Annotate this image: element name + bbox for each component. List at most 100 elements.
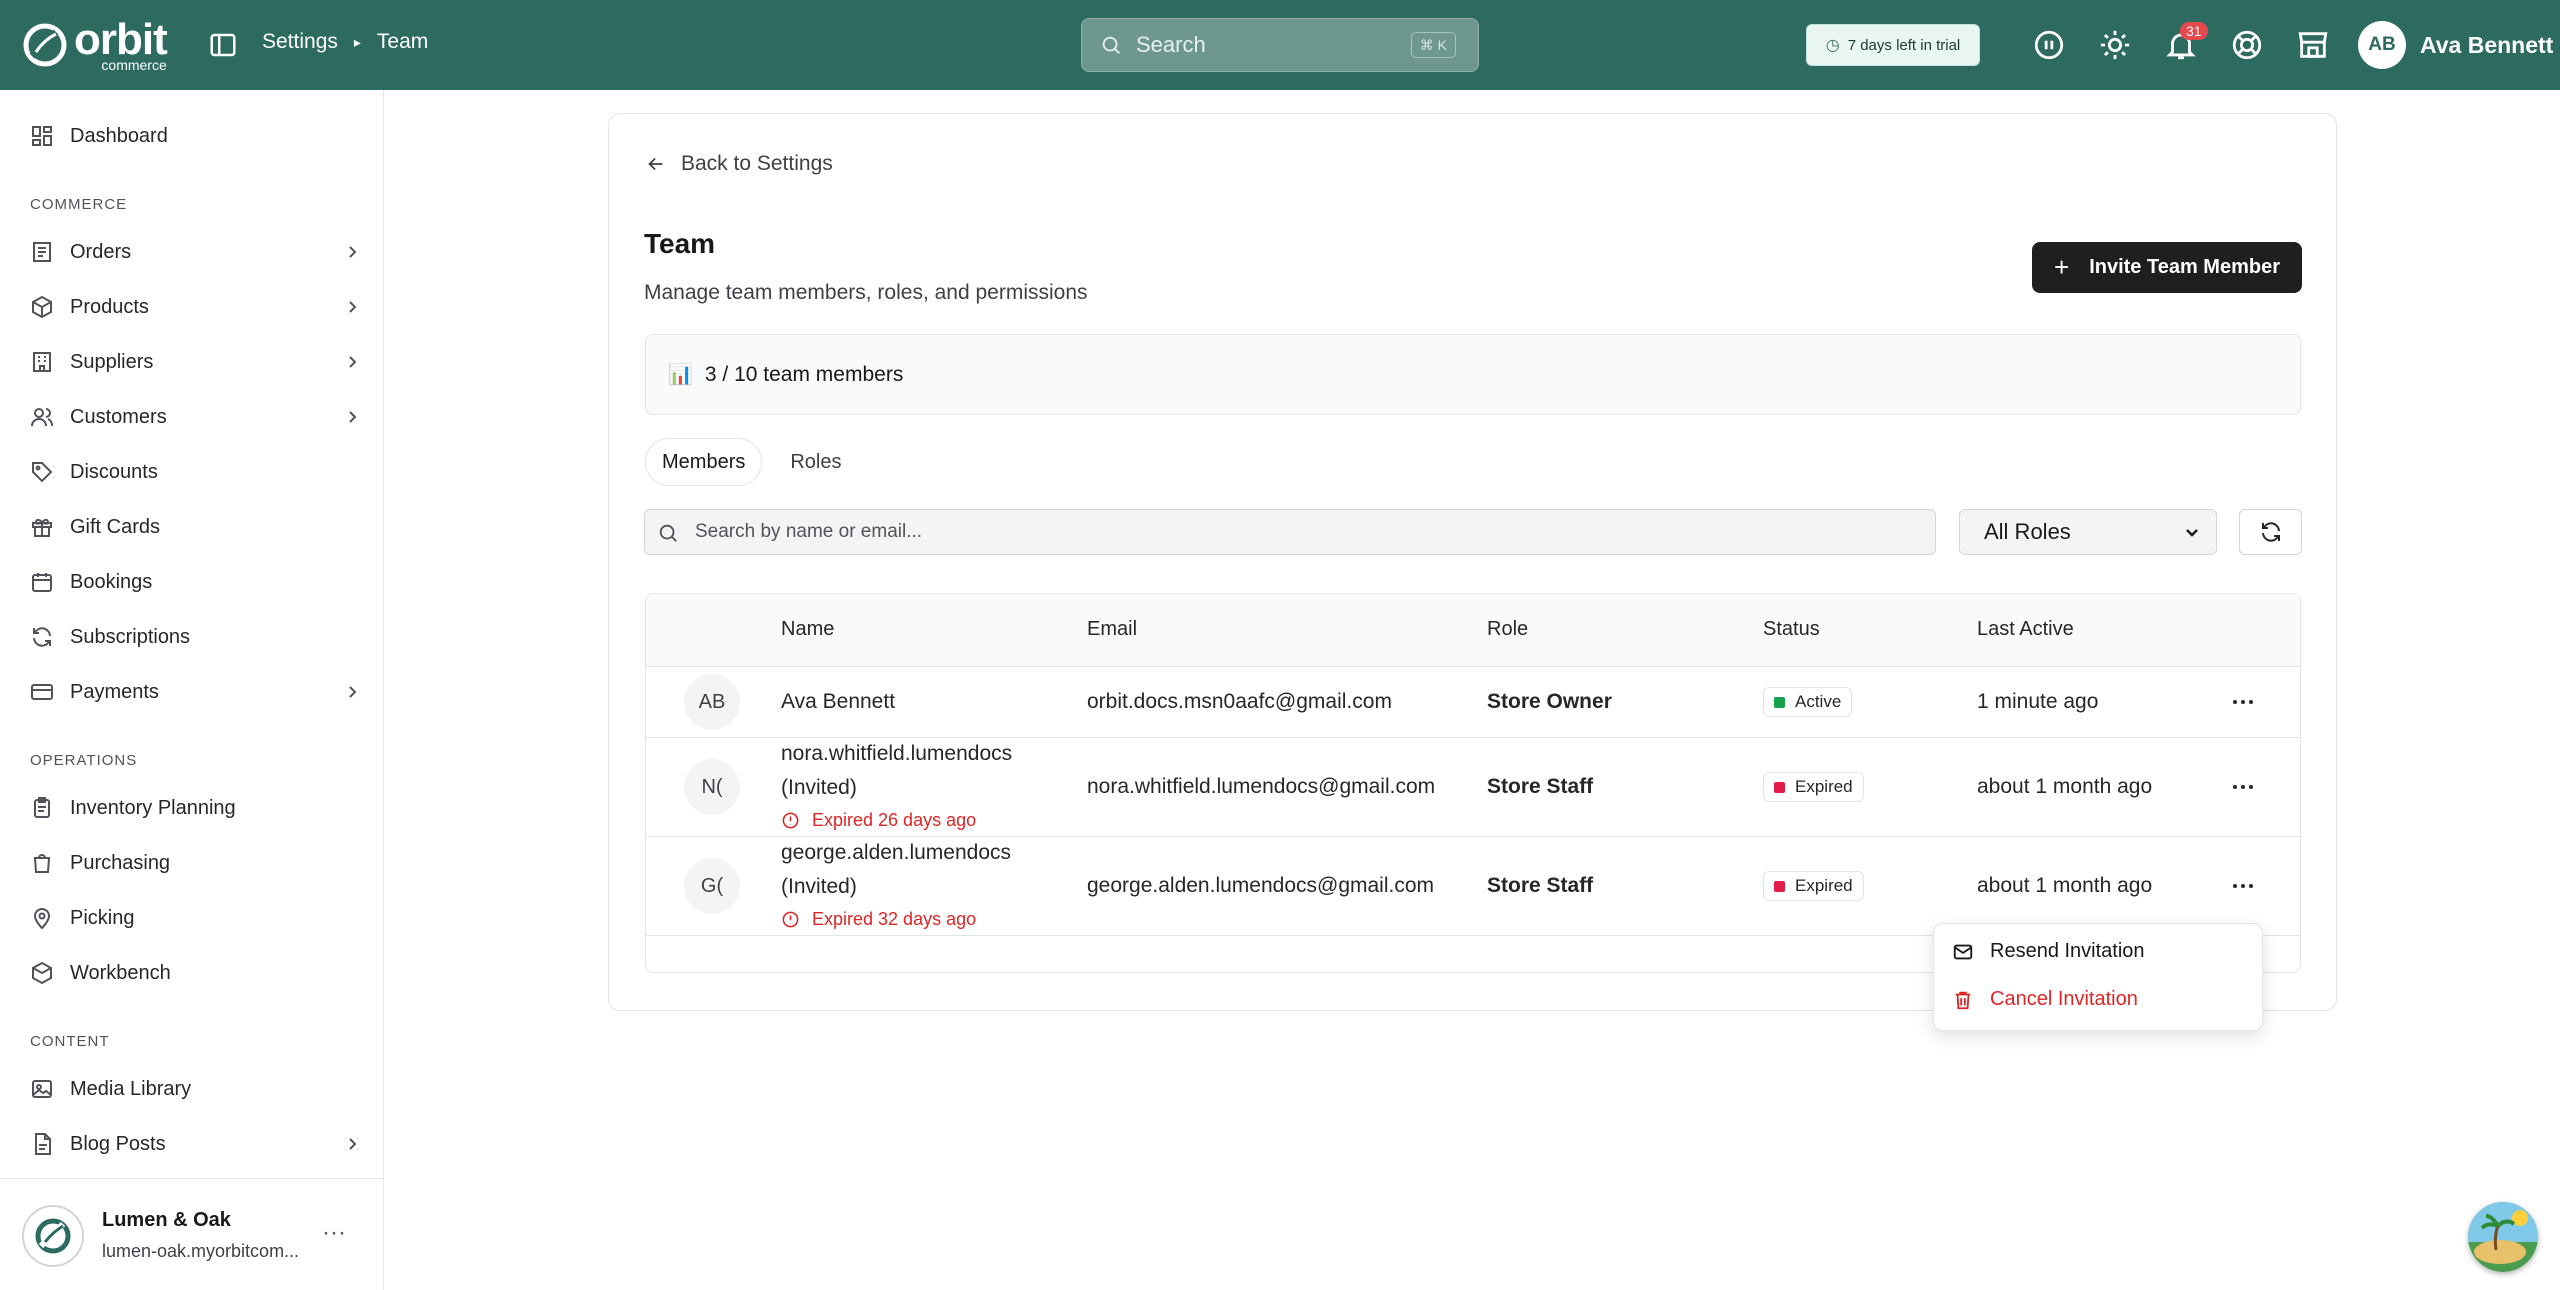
role-filter-value: All Roles bbox=[1984, 519, 2071, 544]
chevron-right-icon bbox=[349, 356, 357, 368]
chevron-right-icon bbox=[349, 246, 357, 258]
member-search-input[interactable]: Search by name or email... bbox=[644, 509, 1936, 555]
users-icon bbox=[31, 408, 53, 427]
theme-sun-icon[interactable] bbox=[2098, 28, 2132, 62]
chevron-right-icon bbox=[349, 301, 357, 313]
chevron-down-icon bbox=[2186, 529, 2198, 537]
sidebar-item-workbench[interactable]: Workbench bbox=[30, 953, 360, 993]
team-tabs: Members Roles bbox=[645, 438, 858, 486]
member-last-active: about 1 month ago bbox=[1977, 874, 2153, 897]
sidebar-item-label: Customers bbox=[70, 405, 167, 428]
bar-chart-icon: 📊 bbox=[668, 364, 693, 386]
tab-members[interactable]: Members bbox=[645, 438, 763, 486]
sidebar-item-label: Inventory Planning bbox=[70, 796, 236, 819]
sidebar-item-label: Dashboard bbox=[70, 124, 168, 147]
breadcrumb-settings[interactable]: Settings bbox=[262, 30, 338, 54]
role-filter-select[interactable]: All Roles bbox=[1959, 509, 2217, 555]
storefront-icon[interactable] bbox=[2296, 28, 2330, 62]
sidebar-item-gift-cards[interactable]: Gift Cards bbox=[30, 507, 360, 547]
alert-circle-icon bbox=[782, 812, 799, 829]
page-subtitle: Manage team members, roles, and permissi… bbox=[644, 281, 1088, 304]
sidebar-item-label: Discounts bbox=[70, 460, 158, 483]
refresh-button[interactable] bbox=[2239, 509, 2302, 555]
gift-icon bbox=[32, 518, 52, 537]
sidebar-toggle-icon[interactable] bbox=[208, 30, 238, 60]
sidebar-item-purchasing[interactable]: Purchasing bbox=[30, 843, 360, 883]
sidebar-item-bookings[interactable]: Bookings bbox=[30, 562, 360, 602]
credit-card-icon bbox=[31, 684, 53, 700]
member-email: orbit.docs.msn0aafc@gmail.com bbox=[1087, 690, 1392, 713]
sidebar-item-customers[interactable]: Customers bbox=[30, 397, 360, 437]
more-horizontal-icon bbox=[2233, 785, 2253, 789]
more-horizontal-icon bbox=[2233, 700, 2253, 704]
team-usage-panel: 📊 3 / 10 team members bbox=[645, 334, 2301, 415]
member-last-active: 1 minute ago bbox=[1977, 690, 2099, 713]
user-menu[interactable]: AB Ava Bennett bbox=[2358, 21, 2553, 69]
invite-team-member-button[interactable]: + Invite Team Member bbox=[2032, 242, 2302, 293]
sidebar-item-media-library[interactable]: Media Library bbox=[30, 1069, 360, 1109]
store-url: lumen-oak.myorbitcom... bbox=[102, 1241, 300, 1261]
member-name: george.alden.lumendocs bbox=[781, 841, 1011, 864]
sidebar-item-payments[interactable]: Payments bbox=[30, 672, 360, 712]
back-to-settings-link[interactable]: Back to Settings bbox=[645, 152, 833, 176]
status-dot-icon bbox=[1774, 880, 1785, 892]
member-role: Store Owner bbox=[1487, 690, 1612, 713]
avatar: AB bbox=[2358, 21, 2406, 69]
table-row: N( nora.whitfield.lumendocs (Invited) Ex… bbox=[646, 738, 2300, 837]
sidebar-item-label: Media Library bbox=[70, 1077, 192, 1100]
trial-badge[interactable]: ◷ 7 days left in trial bbox=[1806, 24, 1980, 66]
breadcrumb-team: Team bbox=[376, 30, 429, 53]
sidebar-item-inventory-planning[interactable]: Inventory Planning bbox=[30, 788, 360, 828]
tab-roles[interactable]: Roles bbox=[774, 438, 857, 486]
row-actions-button[interactable] bbox=[2228, 772, 2258, 802]
usage-text: 3 / 10 team members bbox=[704, 362, 904, 386]
section-operations: OPERATIONS bbox=[30, 752, 138, 769]
help-lifebuoy-icon[interactable] bbox=[2230, 28, 2264, 62]
global-search-input[interactable]: Search ⌘ K bbox=[1081, 18, 1479, 72]
search-placeholder: Search bbox=[1136, 32, 1206, 57]
sidebar-item-label: Subscriptions bbox=[70, 625, 191, 648]
sidebar-item-blog-posts[interactable]: Blog Posts bbox=[30, 1124, 360, 1164]
sidebar-item-suppliers[interactable]: Suppliers bbox=[30, 342, 360, 382]
cancel-invitation-item[interactable]: Cancel Invitation bbox=[1952, 988, 2138, 1011]
search-icon bbox=[1102, 36, 1120, 54]
sidebar-item-label: Products bbox=[70, 295, 149, 318]
row-actions-button[interactable] bbox=[2228, 687, 2258, 717]
info-icon[interactable] bbox=[2032, 28, 2066, 62]
breadcrumb: Settings ▸ Team bbox=[262, 30, 428, 54]
sidebar-item-label: Bookings bbox=[70, 570, 153, 593]
assistant-launcher-button[interactable] bbox=[2468, 1202, 2538, 1272]
member-avatar: N( bbox=[684, 759, 740, 815]
row-actions-button[interactable] bbox=[2228, 871, 2258, 901]
sidebar-item-products[interactable]: Products bbox=[30, 287, 360, 327]
orbit-logo-icon bbox=[23, 23, 67, 67]
sidebar-item-subscriptions[interactable]: Subscriptions bbox=[30, 617, 360, 657]
row-actions-menu: Resend Invitation Cancel Invitation bbox=[1933, 923, 2263, 1031]
trash-icon bbox=[1955, 991, 1971, 1009]
sidebar-item-discounts[interactable]: Discounts bbox=[30, 452, 360, 492]
sidebar-item-orders[interactable]: Orders bbox=[30, 232, 360, 272]
column-email: Email bbox=[1087, 618, 1138, 640]
resend-invitation-item[interactable]: Resend Invitation bbox=[1952, 940, 2145, 963]
sidebar-item-picking[interactable]: Picking bbox=[30, 898, 360, 938]
expired-note: Expired 26 days ago bbox=[781, 810, 976, 831]
trial-text: 7 days left in trial bbox=[1847, 36, 1961, 54]
orbit-logo[interactable]: orbit commerce bbox=[22, 18, 168, 72]
top-bar: orbit commerce Settings ▸ Team Search ⌘ … bbox=[0, 0, 2560, 90]
store-logo bbox=[22, 1205, 84, 1267]
alert-circle-icon bbox=[782, 911, 799, 928]
chevron-right-icon bbox=[349, 1138, 357, 1150]
breadcrumb-caret-icon: ▸ bbox=[353, 33, 361, 50]
refresh-cycle-icon bbox=[33, 627, 51, 647]
sidebar-item-label: Workbench bbox=[70, 961, 171, 984]
store-switcher[interactable]: Lumen & Oak lumen-oak.myorbitcom... ··· bbox=[0, 1178, 384, 1290]
more-options-icon[interactable]: ··· bbox=[322, 1219, 346, 1247]
search-shortcut: ⌘ K bbox=[1410, 32, 1456, 58]
member-email: nora.whitfield.lumendocs@gmail.com bbox=[1087, 775, 1436, 798]
calendar-icon bbox=[32, 573, 52, 592]
member-email: george.alden.lumendocs@gmail.com bbox=[1087, 874, 1435, 897]
sidebar-item-label: Suppliers bbox=[70, 350, 154, 373]
refresh-icon bbox=[2261, 522, 2280, 542]
sidebar-item-dashboard[interactable]: Dashboard bbox=[30, 116, 360, 156]
sidebar-item-label: Payments bbox=[70, 680, 159, 703]
